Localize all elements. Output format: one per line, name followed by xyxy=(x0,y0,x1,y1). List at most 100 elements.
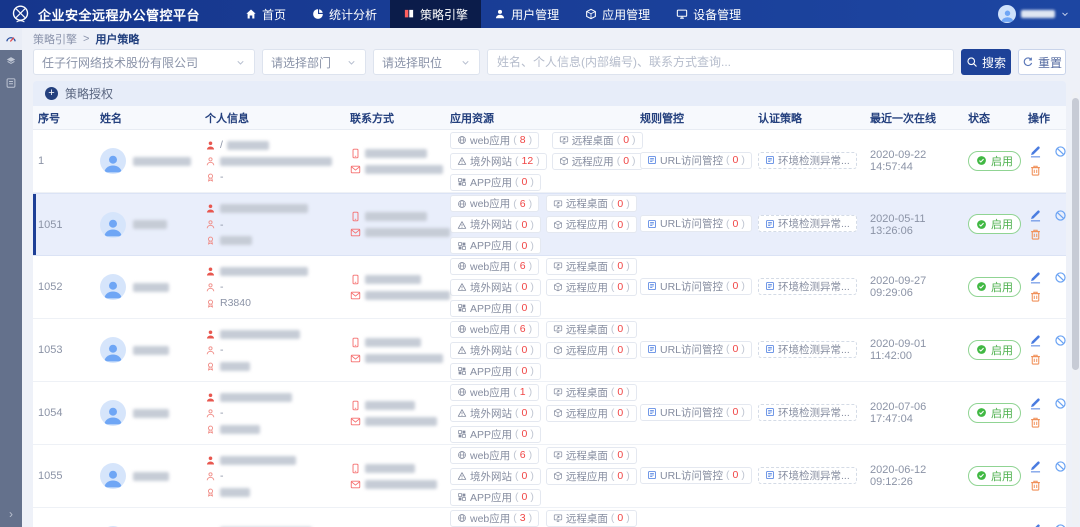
url-control-badge[interactable]: URL访问管控(0) xyxy=(640,341,752,358)
sidebar-item-2[interactable] xyxy=(0,50,22,72)
table-row[interactable]: 1051-web应用(6)境外网站(0)APP应用(0)远程桌面(0)远程应用(… xyxy=(33,193,1066,256)
sidebar-item-3[interactable] xyxy=(0,72,22,94)
trash-icon[interactable] xyxy=(1028,477,1043,494)
url-control-badge[interactable]: URL访问管控(0) xyxy=(640,404,752,421)
redacted-text xyxy=(220,157,332,166)
abroad-site-badge[interactable]: 境外网站(0) xyxy=(450,405,541,422)
trash-icon[interactable] xyxy=(1028,288,1043,305)
table-row[interactable]: 1053-web应用(6)境外网站(0)APP应用(0)远程桌面(0)远程应用(… xyxy=(33,319,1066,382)
breadcrumb: 策略引擎 > 用户策略 xyxy=(33,31,1066,46)
edit-icon[interactable] xyxy=(1028,521,1043,527)
edit-icon[interactable] xyxy=(1028,207,1043,224)
company-select[interactable]: 任子行网络技术股份有限公司 xyxy=(33,49,255,75)
url-control-badge[interactable]: URL访问管控(0) xyxy=(640,152,752,169)
edit-icon[interactable] xyxy=(1028,395,1043,412)
abroad-icon xyxy=(457,220,467,230)
remote-desktop-badge[interactable]: 远程桌面(0) xyxy=(546,258,637,275)
table-row[interactable]: 1054-web应用(1)境外网站(0)APP应用(0)远程桌面(0)远程应用(… xyxy=(33,382,1066,445)
ban-icon[interactable] xyxy=(1053,332,1068,349)
table-row[interactable]: 1055-web应用(6)境外网站(0)APP应用(0)远程桌面(0)远程应用(… xyxy=(33,445,1066,508)
ban-icon[interactable] xyxy=(1053,207,1068,224)
nav-item-5[interactable]: 应用管理 xyxy=(572,0,663,28)
edit-icon[interactable] xyxy=(1028,143,1043,160)
remote-desktop-badge[interactable]: 远程桌面(0) xyxy=(546,447,637,464)
app-badge[interactable]: APP应用(0) xyxy=(450,426,541,443)
web-app-badge[interactable]: web应用(1) xyxy=(450,384,539,401)
app-badge[interactable]: APP应用(0) xyxy=(450,363,541,380)
edit-icon[interactable] xyxy=(1028,269,1043,286)
department-select[interactable]: 请选择部门 xyxy=(262,49,366,75)
app-badge[interactable]: APP应用(0) xyxy=(450,174,541,191)
table-row[interactable]: 1052-R3840web应用(6)境外网站(0)APP应用(0)远程桌面(0)… xyxy=(33,256,1066,319)
personal-info-cell: -R3840 xyxy=(205,263,350,311)
app-badge[interactable]: APP应用(0) xyxy=(450,300,541,317)
web-app-badge[interactable]: web应用(8) xyxy=(450,132,539,149)
check-circle-icon xyxy=(976,281,987,292)
job-select[interactable]: 请选择职位 xyxy=(373,49,480,75)
vertical-scrollbar[interactable] xyxy=(1072,92,1079,525)
auth-policy-badge[interactable]: 环境检测异常... xyxy=(758,278,857,295)
remote-app-badge[interactable]: 远程应用(0) xyxy=(546,216,637,233)
sidebar-item-1[interactable] xyxy=(0,28,22,50)
abroad-site-badge[interactable]: 境外网站(0) xyxy=(450,342,541,359)
remote-app-badge[interactable]: 远程应用(0) xyxy=(546,279,637,296)
edit-icon[interactable] xyxy=(1028,458,1043,475)
remote-desktop-badge[interactable]: 远程桌面(0) xyxy=(552,132,643,149)
table-row[interactable]: 1/-web应用(8)境外网站(12)APP应用(0)远程桌面(0)远程应用(0… xyxy=(33,130,1066,193)
web-app-badge[interactable]: web应用(6) xyxy=(450,321,539,338)
web-app-badge[interactable]: web应用(3) xyxy=(450,510,539,527)
remote-app-badge[interactable]: 远程应用(0) xyxy=(546,468,637,485)
auth-policy-badge[interactable]: 环境检测异常... xyxy=(758,467,857,484)
ban-icon[interactable] xyxy=(1053,395,1068,412)
nav-item-1[interactable]: 首页 xyxy=(232,0,299,28)
ban-icon[interactable] xyxy=(1053,269,1068,286)
nav-item-4[interactable]: 用户管理 xyxy=(481,0,572,28)
remote-app-badge[interactable]: 远程应用(0) xyxy=(546,405,637,422)
app-badge[interactable]: APP应用(0) xyxy=(450,489,541,506)
search-input[interactable] xyxy=(487,49,954,75)
nav-item-6[interactable]: 设备管理 xyxy=(663,0,754,28)
auth-policy-badge[interactable]: 环境检测异常... xyxy=(758,404,857,421)
edit-icon[interactable] xyxy=(1028,332,1043,349)
auth-policy-badge[interactable]: 环境检测异常... xyxy=(758,152,857,169)
remote-app-badge[interactable]: 远程应用(0) xyxy=(552,153,643,170)
remote-app-badge[interactable]: 远程应用(0) xyxy=(546,342,637,359)
breadcrumb-parent[interactable]: 策略引擎 xyxy=(33,31,77,47)
web-app-badge[interactable]: web应用(6) xyxy=(450,195,539,212)
nav-item-3[interactable]: 策略引擎 xyxy=(390,0,481,28)
ban-icon[interactable] xyxy=(1053,143,1068,160)
operations-cell xyxy=(1028,143,1066,179)
sidebar-collapse-button[interactable]: › xyxy=(0,507,22,521)
url-control-badge[interactable]: URL访问管控(0) xyxy=(640,278,752,295)
search-button[interactable]: 搜索 xyxy=(961,49,1011,75)
web-app-badge[interactable]: web应用(6) xyxy=(450,447,539,464)
gauge-icon xyxy=(5,33,17,45)
scrollbar-thumb[interactable] xyxy=(1072,98,1079,370)
reset-button[interactable]: 重置 xyxy=(1018,49,1066,75)
trash-icon[interactable] xyxy=(1028,351,1043,368)
abroad-site-badge[interactable]: 境外网站(0) xyxy=(450,279,541,296)
abroad-site-badge[interactable]: 境外网站(12) xyxy=(450,153,547,170)
table-row[interactable]: web应用(3)境外网站(0)APP应用(0)远程桌面(0)远程应用(0)URL… xyxy=(33,508,1066,527)
user-menu[interactable] xyxy=(998,5,1070,23)
remote-desktop-badge[interactable]: 远程桌面(0) xyxy=(546,510,637,527)
remote-desktop-badge[interactable]: 远程桌面(0) xyxy=(546,321,637,338)
trash-icon[interactable] xyxy=(1028,162,1043,179)
nav-item-2[interactable]: 统计分析 xyxy=(299,0,390,28)
app-badge[interactable]: APP应用(0) xyxy=(450,237,541,254)
remote-desktop-badge[interactable]: 远程桌面(0) xyxy=(546,384,637,401)
trash-icon[interactable] xyxy=(1028,414,1043,431)
auth-policy-badge[interactable]: 环境检测异常... xyxy=(758,341,857,358)
abroad-site-badge[interactable]: 境外网站(0) xyxy=(450,468,541,485)
url-control-badge[interactable]: URL访问管控(0) xyxy=(640,215,752,232)
trash-icon[interactable] xyxy=(1028,226,1043,243)
row-seq: 1 xyxy=(38,155,100,167)
remote-desktop-badge[interactable]: 远程桌面(0) xyxy=(546,195,637,212)
url-control-badge[interactable]: URL访问管控(0) xyxy=(640,467,752,484)
ban-icon[interactable] xyxy=(1053,521,1068,527)
personal-info-line xyxy=(205,263,350,279)
abroad-site-badge[interactable]: 境外网站(0) xyxy=(450,216,541,233)
auth-policy-badge[interactable]: 环境检测异常... xyxy=(758,215,857,232)
web-app-badge[interactable]: web应用(6) xyxy=(450,258,539,275)
ban-icon[interactable] xyxy=(1053,458,1068,475)
